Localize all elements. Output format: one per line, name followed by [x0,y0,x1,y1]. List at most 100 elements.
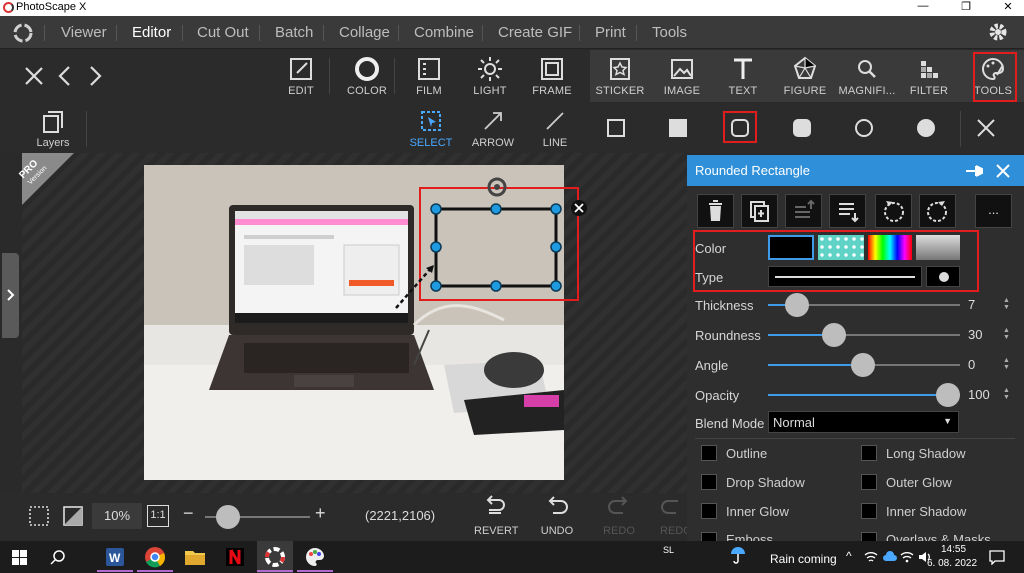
word-icon[interactable]: W [103,545,127,569]
tab-frame[interactable]: FRAME [523,50,581,102]
color-swatch-metal[interactable] [916,235,960,260]
angle-value[interactable]: 0 [968,357,975,372]
tab-film[interactable]: FILM [400,50,458,102]
menu-cut-out[interactable]: Cut Out [197,16,249,49]
thickness-slider-knob[interactable] [784,293,809,317]
outline-checkbox[interactable] [701,445,717,461]
tab-figure[interactable]: FIGURE [776,50,834,102]
tab-text[interactable]: TEXT [714,50,772,102]
inner-shadow-checkbox[interactable] [861,503,877,519]
weather-text[interactable]: Rain coming [770,552,837,566]
next-arrow-icon[interactable] [86,64,104,88]
paint-icon[interactable] [303,545,327,569]
redo-button[interactable]: REDO [598,495,640,541]
menu-batch[interactable]: Batch [275,16,313,49]
opacity-slider-knob[interactable] [936,383,960,407]
wifi-icon[interactable] [900,550,914,564]
bring-forward-button[interactable] [785,194,822,228]
compare-icon[interactable] [62,505,84,527]
zoom-value[interactable]: 10% [92,503,142,529]
select-tool[interactable]: SELECT [410,103,452,153]
opacity-spinner[interactable]: ▲ ▼ [1003,387,1010,401]
close-window-button[interactable]: ✕ [993,0,1023,13]
roundness-slider-knob[interactable] [822,323,847,347]
photoscape-taskbar-icon[interactable] [257,541,293,573]
minimize-button[interactable]: — [908,0,938,12]
line-tool[interactable]: LINE [540,103,570,153]
long-shadow-checkbox[interactable] [861,445,877,461]
zoom-slider-knob[interactable] [216,505,241,529]
redo-all-button[interactable]: REDO [660,495,687,541]
color-swatch-pattern[interactable] [818,235,864,260]
maximize-button[interactable]: ❐ [951,0,981,13]
menu-print[interactable]: Print [595,16,626,49]
search-icon[interactable] [50,549,66,565]
menu-create-gif[interactable]: Create GIF [498,16,572,49]
tab-sticker[interactable]: STICKER [591,50,649,102]
angle-slider-knob[interactable] [851,353,875,377]
windows-start-icon[interactable] [12,550,27,565]
tab-filter[interactable]: FILTER [900,50,958,102]
tab-magnifier[interactable]: MAGNIFI... [838,50,896,102]
shape-overlay[interactable] [380,170,590,310]
outer-glow-checkbox[interactable] [861,474,877,490]
menu-editor[interactable]: Editor [132,16,171,49]
menu-collage[interactable]: Collage [339,16,390,49]
fit-dotted-icon[interactable] [28,505,50,527]
actual-size-button[interactable]: 1:1 [147,505,169,527]
opacity-value[interactable]: 100 [968,387,990,402]
netflix-icon[interactable] [223,545,247,569]
expand-panel-tab[interactable] [2,253,19,338]
network-icon[interactable] [864,550,878,564]
app-home-icon[interactable] [12,22,34,44]
rounded-rectangle-filled-icon[interactable] [793,119,811,137]
line-cap-select[interactable] [926,266,960,287]
tab-color[interactable]: COLOR [338,50,396,102]
zoom-in-button[interactable]: + [315,503,326,524]
inner-glow-checkbox[interactable] [701,503,717,519]
angle-spinner[interactable]: ▲ ▼ [1003,357,1010,371]
onedrive-cloud-icon[interactable] [882,550,898,562]
menu-tools[interactable]: Tools [652,16,687,49]
tab-image[interactable]: IMAGE [653,50,711,102]
rectangle-outline-icon[interactable] [607,119,625,137]
menu-combine[interactable]: Combine [414,16,474,49]
duplicate-button[interactable] [741,194,778,228]
tab-light[interactable]: LIGHT [461,50,519,102]
roundness-value[interactable]: 30 [968,327,982,342]
line-type-select[interactable] [768,266,922,287]
ellipse-filled-icon[interactable] [917,119,935,137]
rotate-left-button[interactable] [875,194,912,228]
revert-button[interactable]: REVERT [474,495,518,541]
roundness-spinner[interactable]: ▲ ▼ [1003,327,1010,341]
chrome-icon[interactable] [143,545,167,569]
clock-date[interactable]: 6. 08. 2022 [927,558,977,569]
send-backward-button[interactable] [829,194,866,228]
thickness-spinner[interactable]: ▲ ▼ [1003,297,1010,311]
rectangle-filled-icon[interactable] [669,119,687,137]
undo-button[interactable]: UNDO [536,495,578,541]
file-explorer-icon[interactable] [183,545,207,569]
weather-rain-icon[interactable] [728,545,748,565]
arrow-tool[interactable]: ARROW [472,103,514,153]
color-swatch-solid[interactable] [768,235,814,260]
delete-button[interactable] [697,194,734,228]
tab-edit[interactable]: EDIT [272,50,330,102]
pin-icon[interactable] [964,162,986,180]
color-swatch-gradient[interactable] [868,235,912,260]
thickness-value[interactable]: 7 [968,297,975,312]
previous-arrow-icon[interactable] [56,64,74,88]
tray-chevron-icon[interactable]: ^ [846,549,852,563]
notifications-icon[interactable] [989,549,1005,565]
layers-button[interactable]: Layers [36,103,70,153]
ellipse-outline-icon[interactable] [855,119,873,137]
clock-time[interactable]: 14:55 [941,544,966,555]
more-options-button[interactable]: ... [975,194,1012,228]
blend-mode-select[interactable]: Normal ▼ [768,411,959,433]
close-panel-icon[interactable] [994,162,1012,180]
language-indicator[interactable]: SL [663,545,674,555]
drop-shadow-checkbox[interactable] [701,474,717,490]
close-icon[interactable] [22,64,46,88]
settings-gear-icon[interactable] [987,21,1009,43]
rotate-right-button[interactable] [919,194,956,228]
